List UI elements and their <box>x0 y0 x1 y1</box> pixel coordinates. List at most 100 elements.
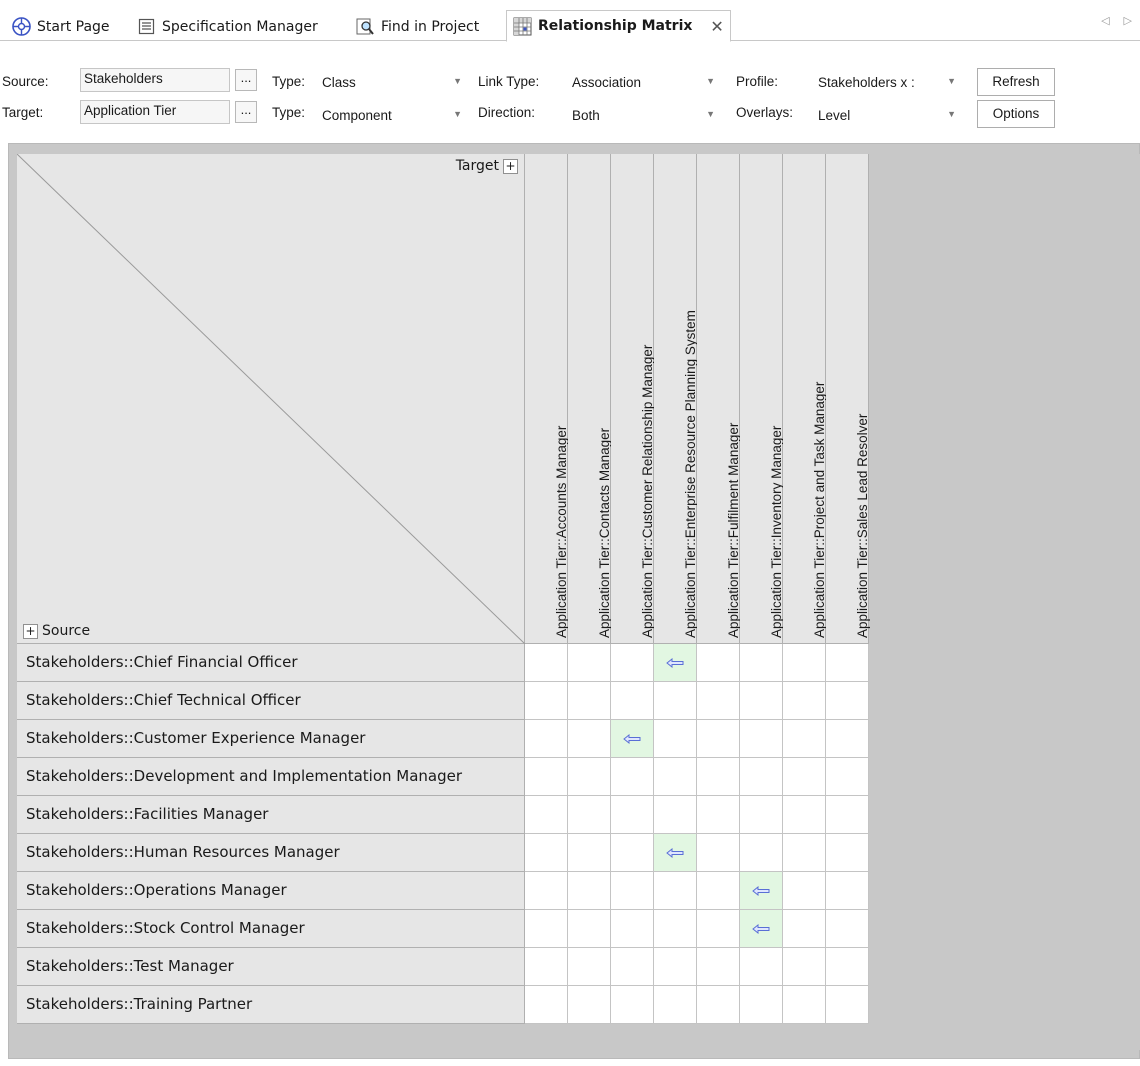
matrix-cell[interactable] <box>568 872 611 910</box>
matrix-cell[interactable] <box>611 796 654 834</box>
matrix-cell[interactable] <box>740 834 783 872</box>
matrix-cell[interactable] <box>568 720 611 758</box>
matrix-cell[interactable] <box>611 834 654 872</box>
matrix-cell[interactable] <box>783 986 826 1024</box>
matrix-cell[interactable] <box>568 796 611 834</box>
matrix-cell[interactable] <box>611 644 654 682</box>
direction-select[interactable]: Both ▼ <box>568 103 721 127</box>
matrix-cell[interactable] <box>740 720 783 758</box>
matrix-cell[interactable] <box>697 872 740 910</box>
scroll-left-icon[interactable]: ◁ <box>1101 14 1109 27</box>
matrix-cell[interactable] <box>611 872 654 910</box>
target-type-select[interactable]: Component ▼ <box>318 103 468 127</box>
row-header[interactable]: Stakeholders::Test Manager <box>17 948 525 986</box>
matrix-cell[interactable] <box>697 834 740 872</box>
matrix-cell[interactable] <box>654 910 697 948</box>
matrix-cell[interactable] <box>654 720 697 758</box>
matrix-cell[interactable] <box>525 644 568 682</box>
expand-target-icon[interactable]: + <box>503 158 518 174</box>
matrix-cell[interactable] <box>783 910 826 948</box>
matrix-cell[interactable] <box>568 644 611 682</box>
column-header[interactable]: Application Tier::Project and Task Manag… <box>783 154 827 644</box>
matrix-cell[interactable] <box>568 910 611 948</box>
matrix-cell[interactable] <box>697 682 740 720</box>
matrix-cell[interactable] <box>783 948 826 986</box>
row-header[interactable]: Stakeholders::Operations Manager <box>17 872 525 910</box>
matrix-cell[interactable] <box>568 986 611 1024</box>
tab-relationship-matrix[interactable]: Relationship Matrix ✕ <box>506 10 731 42</box>
matrix-cell[interactable] <box>654 796 697 834</box>
matrix-cell[interactable] <box>654 682 697 720</box>
row-header[interactable]: Stakeholders::Stock Control Manager <box>17 910 525 948</box>
row-header[interactable]: Stakeholders::Training Partner <box>17 986 525 1024</box>
scroll-right-icon[interactable]: ▷ <box>1124 14 1132 27</box>
matrix-cell[interactable] <box>826 758 869 796</box>
matrix-cell[interactable] <box>611 682 654 720</box>
matrix-cell[interactable] <box>697 644 740 682</box>
matrix-cell[interactable] <box>826 834 869 872</box>
matrix-cell[interactable] <box>525 948 568 986</box>
matrix-cell[interactable] <box>568 758 611 796</box>
matrix-cell[interactable] <box>697 986 740 1024</box>
matrix-cell[interactable] <box>568 682 611 720</box>
matrix-cell[interactable] <box>568 948 611 986</box>
matrix-cell[interactable] <box>826 948 869 986</box>
matrix-cell[interactable] <box>525 682 568 720</box>
matrix-cell[interactable] <box>826 720 869 758</box>
row-header[interactable]: Stakeholders::Human Resources Manager <box>17 834 525 872</box>
matrix-cell[interactable] <box>740 948 783 986</box>
row-header[interactable]: Stakeholders::Development and Implementa… <box>17 758 525 796</box>
matrix-cell[interactable] <box>826 682 869 720</box>
matrix-cell[interactable] <box>740 758 783 796</box>
matrix-cell[interactable] <box>697 720 740 758</box>
source-browse-button[interactable]: ... <box>235 69 257 91</box>
column-header[interactable]: Application Tier::Customer Relationship … <box>611 154 655 644</box>
close-tab-icon[interactable]: ✕ <box>710 17 723 36</box>
matrix-cell-relationship[interactable] <box>740 872 783 910</box>
row-header[interactable]: Stakeholders::Chief Technical Officer <box>17 682 525 720</box>
matrix-cell[interactable] <box>654 872 697 910</box>
tab-specification-manager[interactable]: Specification Manager <box>131 12 324 41</box>
matrix-cell[interactable] <box>654 758 697 796</box>
matrix-cell[interactable] <box>525 910 568 948</box>
matrix-cell[interactable] <box>697 948 740 986</box>
column-header[interactable]: Application Tier::Sales Lead Resolver <box>826 154 870 644</box>
matrix-cell[interactable] <box>611 948 654 986</box>
matrix-cell[interactable] <box>525 720 568 758</box>
tab-start-page[interactable]: Start Page <box>6 12 116 41</box>
matrix-cell[interactable] <box>611 758 654 796</box>
options-button[interactable]: Options <box>977 100 1055 128</box>
matrix-cell[interactable] <box>611 910 654 948</box>
matrix-cell[interactable] <box>740 796 783 834</box>
matrix-cell[interactable] <box>525 872 568 910</box>
matrix-cell[interactable] <box>783 796 826 834</box>
matrix-cell[interactable] <box>740 644 783 682</box>
matrix-cell[interactable] <box>783 834 826 872</box>
matrix-cell[interactable] <box>826 644 869 682</box>
matrix-cell[interactable] <box>826 872 869 910</box>
matrix-cell[interactable] <box>783 644 826 682</box>
matrix-cell[interactable] <box>783 872 826 910</box>
tab-find-in-project[interactable]: Find in Project <box>350 12 485 41</box>
matrix-cell[interactable] <box>740 682 783 720</box>
column-header[interactable]: Application Tier::Enterprise Resource Pl… <box>654 154 698 644</box>
source-package-field[interactable]: Stakeholders <box>80 68 230 92</box>
column-header[interactable]: Application Tier::Inventory Manager <box>740 154 784 644</box>
matrix-cell[interactable] <box>525 986 568 1024</box>
matrix-cell[interactable] <box>525 758 568 796</box>
matrix-cell[interactable] <box>654 986 697 1024</box>
matrix-cell[interactable] <box>697 796 740 834</box>
matrix-cell[interactable] <box>697 910 740 948</box>
target-package-field[interactable]: Application Tier <box>80 100 230 124</box>
row-header[interactable]: Stakeholders::Chief Financial Officer <box>17 644 525 682</box>
column-header[interactable]: Application Tier::Accounts Manager <box>525 154 569 644</box>
link-type-select[interactable]: Association ▼ <box>568 70 721 94</box>
matrix-cell[interactable] <box>783 720 826 758</box>
row-header[interactable]: Stakeholders::Customer Experience Manage… <box>17 720 525 758</box>
matrix-cell[interactable] <box>611 986 654 1024</box>
column-header[interactable]: Application Tier::Fulfilment Manager <box>697 154 741 644</box>
matrix-cell-relationship[interactable] <box>740 910 783 948</box>
matrix-cell[interactable] <box>826 910 869 948</box>
matrix-cell[interactable] <box>826 796 869 834</box>
matrix-cell[interactable] <box>654 948 697 986</box>
